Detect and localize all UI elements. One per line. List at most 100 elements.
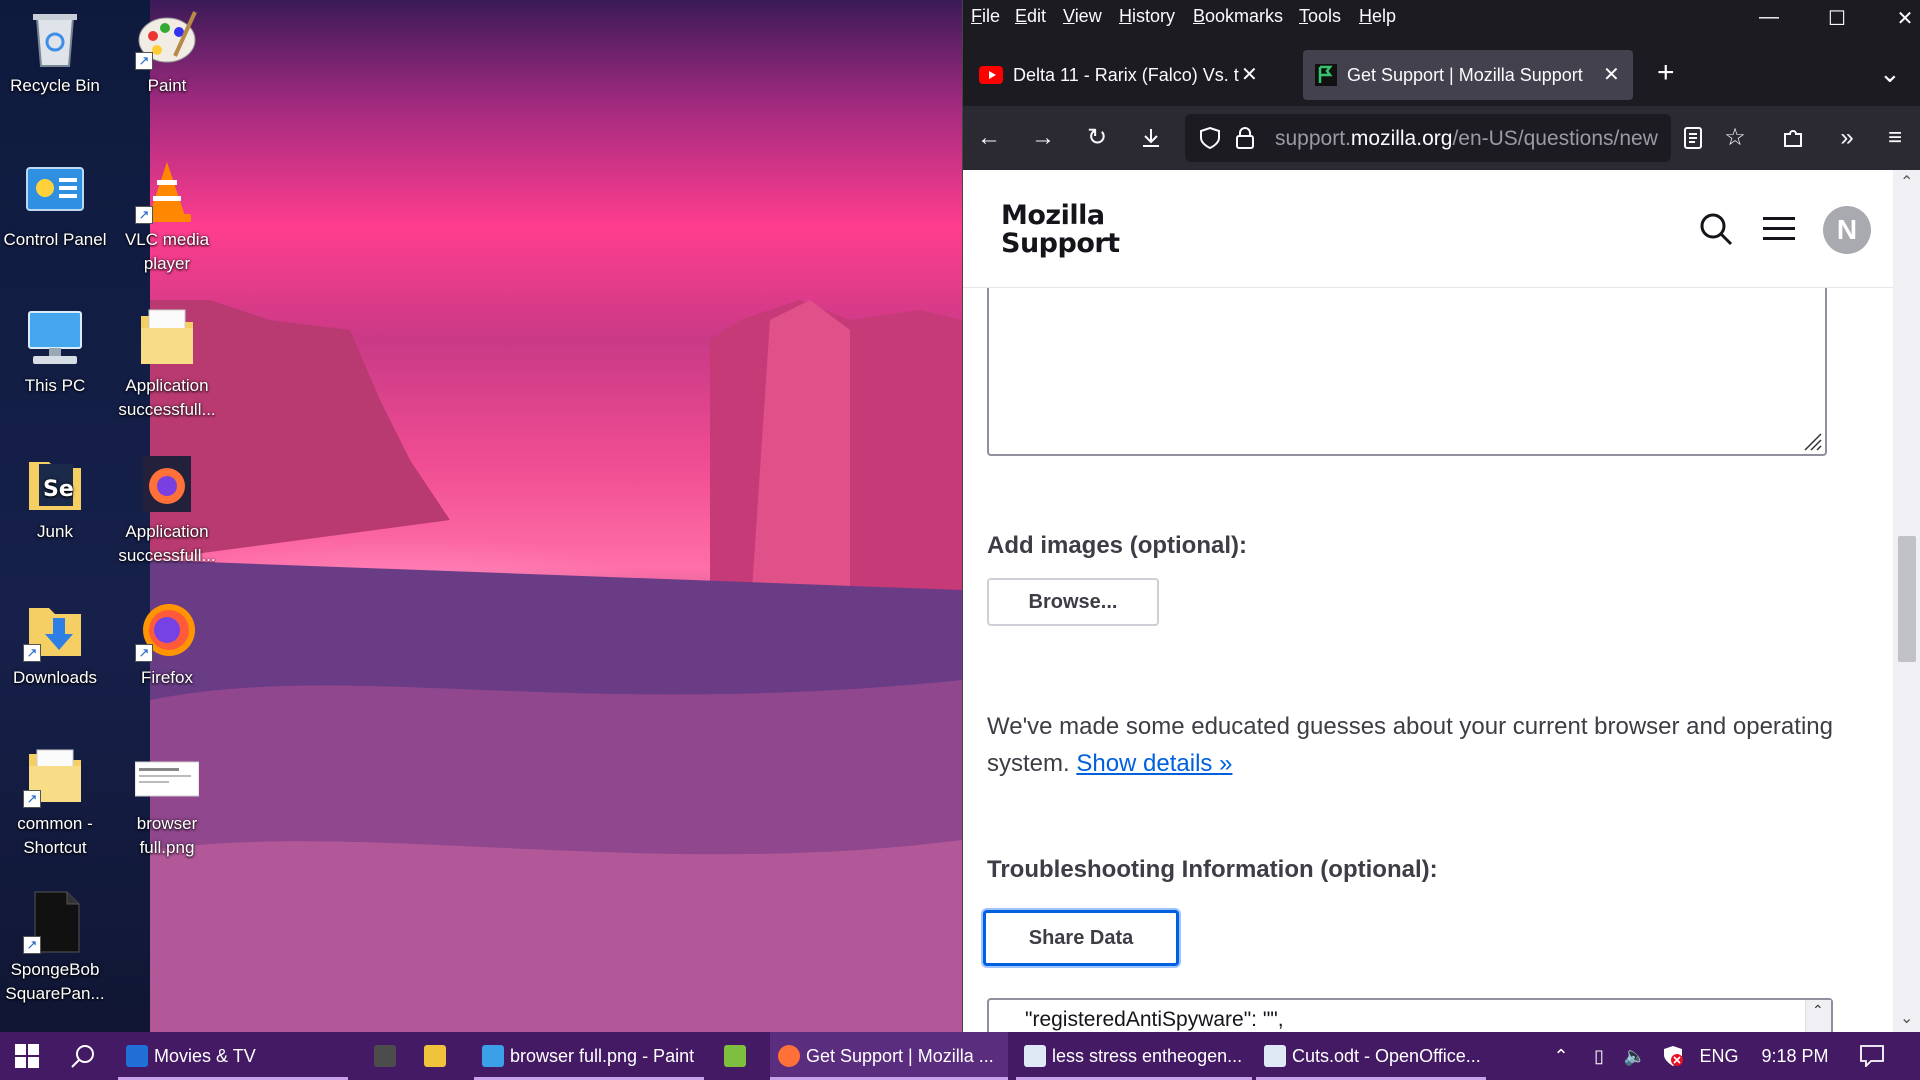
menu-edit[interactable]: Edit bbox=[1015, 6, 1046, 27]
start-button[interactable] bbox=[0, 1032, 54, 1080]
notifications-icon[interactable] bbox=[1850, 1032, 1894, 1080]
taskbar-app-firefox[interactable]: Get Support | Mozilla ... bbox=[770, 1032, 1008, 1080]
show-hidden-icons-button[interactable]: ⌃ bbox=[1546, 1032, 1576, 1080]
taskbar-app-file-explorer[interactable] bbox=[416, 1032, 462, 1080]
close-tab-icon[interactable]: ✕ bbox=[1241, 62, 1258, 87]
downloads-folder-icon: ↗ bbox=[23, 598, 87, 662]
extensions-button[interactable] bbox=[1775, 120, 1811, 156]
volume-icon[interactable]: 🔈 bbox=[1618, 1032, 1652, 1080]
search-icon bbox=[71, 1045, 94, 1068]
taskbar-app-openoffice[interactable]: Cuts.odt - OpenOffice... bbox=[1256, 1032, 1486, 1080]
control-panel-icon bbox=[23, 160, 87, 224]
hamburger-menu-icon[interactable] bbox=[1763, 216, 1795, 242]
recycle-bin-icon bbox=[23, 6, 87, 70]
desktop-icon-spongebob[interactable]: ↗ SpongeBob SquarePan... bbox=[0, 890, 111, 1006]
downloads-button[interactable] bbox=[1133, 120, 1169, 156]
desktop-icon-junk[interactable]: Se Junk bbox=[0, 452, 111, 544]
file-explorer-icon bbox=[424, 1045, 446, 1067]
search-button[interactable] bbox=[60, 1032, 106, 1080]
close-tab-icon[interactable]: ✕ bbox=[1603, 62, 1620, 87]
back-button[interactable]: ← bbox=[971, 120, 1007, 156]
desktop-icon-application-firefox[interactable]: Application successfull... bbox=[111, 452, 223, 568]
tablet-icon[interactable]: ▯ bbox=[1584, 1032, 1614, 1080]
desktop-icon-recycle-bin[interactable]: Recycle Bin bbox=[0, 6, 111, 98]
troubleshooting-textarea[interactable]: "registeredAntiSpyware": "", ⌃ bbox=[987, 998, 1833, 1032]
desktop-icon-vlc[interactable]: ↗ VLC media player bbox=[111, 160, 223, 276]
avatar[interactable]: N bbox=[1823, 206, 1871, 254]
movies-tv-icon bbox=[126, 1045, 148, 1067]
desktop-icon-paint[interactable]: ↗ Paint bbox=[111, 6, 223, 98]
openoffice-icon bbox=[1264, 1045, 1286, 1067]
folder-icon bbox=[135, 306, 199, 370]
security-alert-icon[interactable] bbox=[1656, 1032, 1690, 1080]
vlc-icon: ↗ bbox=[135, 160, 199, 224]
reader-view-button[interactable] bbox=[1675, 120, 1711, 156]
taskbar-app-movies-tv[interactable]: Movies & TV bbox=[118, 1032, 348, 1080]
taskbar-app-snipping-tool[interactable] bbox=[716, 1032, 762, 1080]
maximize-button[interactable]: ☐ bbox=[1817, 6, 1857, 36]
taskbar-app-paint[interactable]: browser full.png - Paint bbox=[474, 1032, 704, 1080]
list-all-tabs-button[interactable]: ⌄ bbox=[1879, 58, 1901, 89]
snipping-tool-icon bbox=[724, 1045, 746, 1067]
tab-get-support[interactable]: Get Support | Mozilla Support ✕ bbox=[1303, 50, 1633, 100]
navigation-toolbar: ← → ↻ support.mozilla.org/en-US/question… bbox=[963, 106, 1920, 170]
menu-tools[interactable]: Tools bbox=[1299, 6, 1341, 27]
bookmark-star-button[interactable]: ☆ bbox=[1717, 120, 1753, 156]
browser-guess-text: We've made some educated guesses about y… bbox=[987, 713, 1833, 777]
image-file-icon bbox=[134, 744, 200, 808]
app-menu-button[interactable]: ≡ bbox=[1877, 120, 1913, 156]
scrollbar-thumb[interactable] bbox=[1898, 536, 1916, 662]
troubleshooting-label: Troubleshooting Information (optional): bbox=[987, 856, 1438, 883]
forward-button[interactable]: → bbox=[1025, 120, 1061, 156]
shortcut-arrow-icon: ↗ bbox=[23, 644, 41, 662]
search-icon[interactable] bbox=[1699, 212, 1733, 246]
menu-help[interactable]: Help bbox=[1359, 6, 1396, 27]
overflow-menu-button[interactable]: » bbox=[1829, 120, 1865, 156]
show-details-link[interactable]: Show details » bbox=[1076, 750, 1232, 777]
menu-file[interactable]: File bbox=[971, 6, 1000, 27]
youtube-icon bbox=[979, 66, 1003, 84]
url-text[interactable]: support.mozilla.org/en-US/questions/new bbox=[1275, 127, 1667, 151]
this-pc-icon bbox=[23, 306, 87, 370]
language-indicator[interactable]: ENG bbox=[1694, 1032, 1744, 1080]
text-document-icon bbox=[1024, 1045, 1046, 1067]
desktop-icon-common-shortcut[interactable]: ↗ common - Shortcut bbox=[0, 744, 111, 860]
firefox-icon bbox=[778, 1045, 800, 1067]
menu-history[interactable]: History bbox=[1119, 6, 1175, 27]
page-scrollbar[interactable]: ⌃ ⌄ bbox=[1893, 170, 1920, 1032]
page-content[interactable]: Mozilla Support N Add images (optional):… bbox=[963, 170, 1920, 1032]
close-window-button[interactable]: ✕ bbox=[1885, 6, 1920, 36]
taskbar-app-less-stress[interactable]: less stress entheogen... bbox=[1016, 1032, 1252, 1080]
video-file-icon: ↗ bbox=[23, 890, 87, 954]
desktop-icon-firefox[interactable]: ↗ Firefox bbox=[111, 598, 223, 690]
desktop-icon-control-panel[interactable]: Control Panel bbox=[0, 160, 111, 252]
firefox-window[interactable]: File Edit View History Bookmarks Tools H… bbox=[962, 0, 1920, 1032]
add-images-label: Add images (optional): bbox=[987, 532, 1247, 559]
new-tab-button[interactable]: + bbox=[1657, 56, 1675, 90]
taskbar-app-calculator[interactable] bbox=[366, 1032, 412, 1080]
mozilla-support-logo[interactable]: Mozilla Support bbox=[1001, 202, 1120, 258]
paint-icon: ↗ bbox=[135, 6, 199, 70]
calculator-icon bbox=[374, 1045, 396, 1067]
share-data-button[interactable]: Share Data bbox=[983, 910, 1179, 966]
menu-view[interactable]: View bbox=[1063, 6, 1102, 27]
shortcut-arrow-icon: ↗ bbox=[135, 644, 153, 662]
scroll-up-arrow-icon[interactable]: ⌃ bbox=[1900, 172, 1913, 192]
tab-youtube[interactable]: Delta 11 - Rarix (Falco) Vs. tamei ✕ bbox=[969, 50, 1269, 100]
url-bar[interactable]: support.mozilla.org/en-US/questions/new bbox=[1185, 114, 1671, 162]
scroll-up-icon[interactable]: ⌃ bbox=[1812, 1002, 1824, 1019]
resize-grip-icon[interactable] bbox=[1803, 432, 1823, 452]
desktop-icon-this-pc[interactable]: This PC bbox=[0, 306, 111, 398]
desktop-icon-browser-full-png[interactable]: browser full.png bbox=[111, 744, 223, 860]
textarea-scrollbar[interactable]: ⌃ bbox=[1805, 1000, 1831, 1032]
reload-button[interactable]: ↻ bbox=[1079, 120, 1115, 156]
windows-logo-icon bbox=[15, 1044, 39, 1068]
browse-button[interactable]: Browse... bbox=[987, 578, 1159, 626]
desktop-icon-downloads[interactable]: ↗ Downloads bbox=[0, 598, 111, 690]
menu-bookmarks[interactable]: Bookmarks bbox=[1193, 6, 1283, 27]
clock[interactable]: 9:18 PM bbox=[1752, 1032, 1838, 1080]
desktop-icon-application-folder[interactable]: Application successfull... bbox=[111, 306, 223, 422]
scroll-down-arrow-icon[interactable]: ⌄ bbox=[1900, 1008, 1913, 1028]
minimize-button[interactable]: — bbox=[1749, 6, 1789, 36]
desktop[interactable]: Recycle Bin ↗ Paint Control Panel ↗ VLC … bbox=[0, 0, 962, 1032]
